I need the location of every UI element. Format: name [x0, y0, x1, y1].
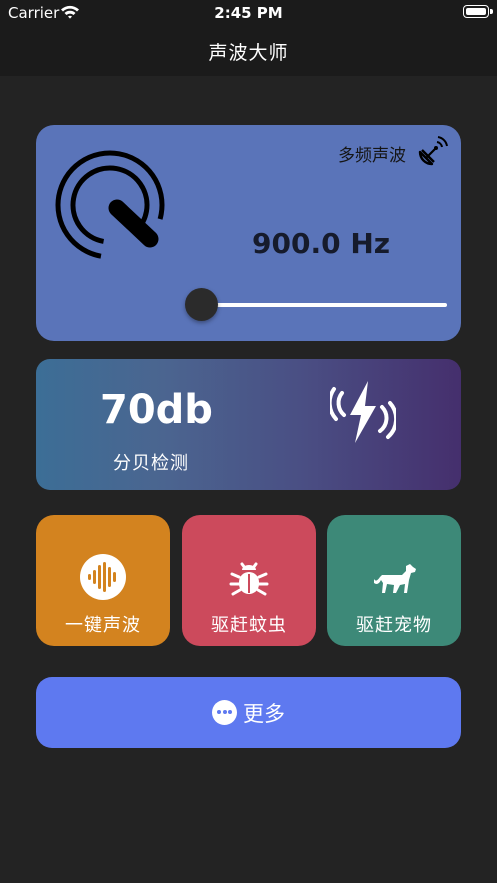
- multi-frequency-label[interactable]: 多频声波: [338, 141, 406, 166]
- decibel-label: 分贝检测: [113, 453, 189, 474]
- tile-repel-mosquito[interactable]: 驱赶蚊虫: [182, 515, 316, 646]
- bug-icon: [229, 562, 269, 596]
- dial-knob-icon[interactable]: [54, 149, 174, 269]
- sound-wave-icon: [80, 554, 126, 600]
- tile-label: 驱赶蚊虫: [211, 615, 287, 636]
- dog-icon: [374, 564, 416, 593]
- frequency-card: 多频声波 900.0 Hz: [36, 125, 461, 341]
- tile-label: 一键声波: [65, 615, 141, 636]
- satellite-dish-icon[interactable]: [417, 135, 449, 167]
- page-title: 声波大师: [208, 42, 289, 64]
- battery-tip: [490, 9, 493, 14]
- decibel-card[interactable]: 70db 分贝检测: [36, 359, 461, 490]
- vibration-bolt-icon: [330, 381, 396, 443]
- tile-repel-pet[interactable]: 驱赶宠物: [327, 515, 461, 646]
- more-label: 更多: [243, 702, 285, 726]
- battery-icon: [463, 5, 489, 18]
- frequency-slider-thumb[interactable]: [185, 288, 218, 321]
- more-dots-icon: [212, 700, 237, 725]
- tile-label: 驱赶宠物: [356, 615, 432, 636]
- frequency-slider-track[interactable]: [202, 303, 447, 307]
- navigation-bar: 声波大师: [0, 26, 497, 76]
- status-bar: Carrier 2:45 PM: [0, 0, 497, 26]
- decibel-value: 70db: [100, 387, 213, 433]
- frequency-value: 900.0 Hz: [252, 227, 391, 260]
- status-time: 2:45 PM: [214, 4, 283, 22]
- more-button[interactable]: 更多: [36, 677, 461, 748]
- tile-one-key-sound[interactable]: 一键声波: [36, 515, 170, 646]
